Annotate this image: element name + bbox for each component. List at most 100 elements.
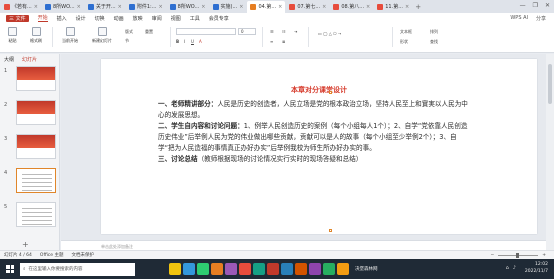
layout-button[interactable]: 版式	[125, 29, 133, 35]
close-tab-icon[interactable]: ×	[77, 4, 81, 10]
menu-tab[interactable]: 审阅	[152, 15, 162, 22]
section-button[interactable]: 节	[125, 38, 129, 44]
taskbar-app-icon[interactable]	[225, 263, 237, 275]
zoom-control[interactable]: − +	[490, 252, 546, 258]
menu-tab[interactable]: 插入	[57, 15, 67, 22]
wps-ai-button[interactable]: WPS AI	[510, 15, 528, 22]
close-tab-icon[interactable]: ×	[405, 4, 409, 10]
close-tab-icon[interactable]: ×	[118, 4, 122, 10]
new-tab-icon[interactable]: +	[415, 3, 421, 11]
taskbar-app-icon[interactable]	[323, 263, 335, 275]
paste-button[interactable]: 粘贴	[8, 27, 17, 44]
current-slide[interactable]: 本章对分课堂设计 一、老师精讲部分：人民是历史的创造者，人民立场是党的根本政治立…	[101, 59, 537, 234]
close-tab-icon[interactable]: ×	[158, 4, 162, 10]
close-tab-icon[interactable]: ×	[366, 4, 370, 10]
scrollbar-thumb[interactable]	[548, 64, 552, 104]
close-tab-icon[interactable]: ×	[278, 4, 282, 10]
close-icon[interactable]: ✕	[545, 2, 550, 9]
slide-thumbnail[interactable]	[16, 100, 56, 125]
document-tab[interactable]: 《若有... ×	[1, 1, 41, 13]
font-size-select[interactable]: 0	[238, 28, 256, 35]
menu-tab[interactable]: 切换	[95, 15, 105, 22]
clock[interactable]: 12:02 2022/11/7	[525, 261, 548, 275]
slide-body-textbox[interactable]: 一、老师精讲部分：人民是历史的创造者，人民立场是党的根本政治立场，坚持人民至上和…	[158, 99, 473, 165]
windows-start-icon[interactable]	[3, 262, 17, 276]
italic-button[interactable]: I	[184, 39, 185, 44]
document-tab[interactable]: 附件1:... ×	[126, 1, 166, 13]
taskbar-app-icon[interactable]	[281, 263, 293, 275]
document-tab[interactable]: 关于开... ×	[85, 1, 125, 13]
taskbar-app-icon[interactable]	[309, 263, 321, 275]
menu-tab[interactable]: 放映	[133, 15, 143, 22]
close-tab-icon[interactable]: ×	[34, 4, 38, 10]
zoom-slider[interactable]	[498, 252, 539, 258]
reset-button[interactable]: 重置	[145, 29, 153, 35]
taskbar-app-icon[interactable]	[337, 263, 349, 275]
tab-outline[interactable]: 大纲	[4, 56, 14, 63]
play-from-current-button[interactable]: 当前开始	[62, 27, 78, 44]
tab-slides[interactable]: 幻灯片	[22, 56, 37, 63]
document-tab[interactable]: 8所WO... ×	[167, 1, 209, 13]
minimize-icon[interactable]: —	[520, 2, 526, 9]
network-icon[interactable]: ⌂	[506, 265, 509, 271]
close-tab-icon[interactable]: ×	[322, 4, 326, 10]
add-slide-icon[interactable]: +	[22, 240, 29, 249]
slide-thumbnail[interactable]	[16, 202, 56, 227]
document-tab[interactable]: 实施(... ×	[210, 1, 247, 13]
selection-handle[interactable]	[329, 91, 332, 94]
textbox-button[interactable]: 文本框	[400, 29, 412, 35]
new-slide-button[interactable]: 新建幻灯片	[92, 27, 112, 44]
bold-button[interactable]: B	[176, 39, 179, 44]
taskbar-search-input[interactable]: ⌕ 在这里输入你要搜索的内容	[20, 262, 135, 276]
menu-tab[interactable]: 视图	[171, 15, 181, 22]
zoom-in-icon[interactable]: +	[542, 253, 546, 258]
document-tab[interactable]: 11.第... ×	[374, 1, 412, 13]
taskbar-app-icon[interactable]	[239, 263, 251, 275]
close-tab-icon[interactable]: ×	[201, 4, 205, 10]
file-menu[interactable]: 三 文件	[6, 14, 29, 22]
document-tab[interactable]: 08.第八... ×	[330, 1, 373, 13]
bullets-icon[interactable]: ☰	[270, 29, 274, 34]
font-color-button[interactable]: A	[199, 39, 202, 44]
taskbar-app-icon[interactable]	[267, 263, 279, 275]
zoom-slider-knob[interactable]	[516, 252, 520, 258]
menu-tab[interactable]: 设计	[76, 15, 86, 22]
notes-field[interactable]: 单击此处添加备注	[61, 240, 546, 250]
format-painter-button[interactable]: 格式刷	[30, 27, 42, 44]
menu-tab[interactable]: 动画	[114, 15, 124, 22]
share-button[interactable]: 分享	[536, 15, 546, 22]
arrange-button[interactable]: 排列	[430, 29, 438, 35]
document-tab[interactable]: 07.第七... ×	[286, 1, 329, 13]
slide-thumbnail[interactable]	[16, 66, 56, 91]
taskbar-app-icon[interactable]	[169, 263, 181, 275]
menu-tab[interactable]: 会员专享	[209, 15, 229, 22]
align-center-icon[interactable]: ≣	[282, 39, 285, 44]
taskbar-app-icon[interactable]	[197, 263, 209, 275]
indent-icon[interactable]: ⇥	[294, 29, 297, 34]
numbering-icon[interactable]: ☷	[282, 29, 286, 34]
weather-widget[interactable]: 决堡森林网	[355, 266, 378, 272]
vertical-scrollbar[interactable]	[546, 54, 554, 250]
doc-protection-status[interactable]: 文档未保护	[71, 252, 94, 258]
document-tab[interactable]: 8所WO... ×	[42, 1, 84, 13]
align-left-icon[interactable]: ≡	[270, 39, 273, 44]
taskbar-app-icon[interactable]	[183, 263, 195, 275]
slide-thumbnail[interactable]	[16, 134, 56, 159]
shape-button[interactable]: 形状	[400, 39, 408, 45]
taskbar-app-icon[interactable]	[211, 263, 223, 275]
menu-tab[interactable]: 开始	[37, 14, 48, 22]
taskbar-app-icon[interactable]	[295, 263, 307, 275]
taskbar-app-icon[interactable]	[253, 263, 265, 275]
theme-name[interactable]: Office 主题	[40, 252, 64, 258]
slide-title[interactable]: 本章对分课堂设计	[101, 85, 537, 95]
slide-thumbnail[interactable]	[16, 168, 56, 193]
volume-icon[interactable]: ♪	[513, 265, 516, 271]
find-button[interactable]: 查找	[430, 39, 438, 45]
zoom-out-icon[interactable]: −	[490, 253, 494, 258]
maximize-icon[interactable]: ❐	[533, 2, 538, 9]
menu-tab[interactable]: 工具	[190, 15, 200, 22]
font-name-select[interactable]	[176, 28, 236, 35]
document-tab[interactable]: 04.第... ×	[247, 0, 286, 13]
shape-gallery[interactable]: ▭ ◯ △ ⬠ ➝	[318, 31, 341, 36]
close-tab-icon[interactable]: ×	[239, 4, 243, 10]
